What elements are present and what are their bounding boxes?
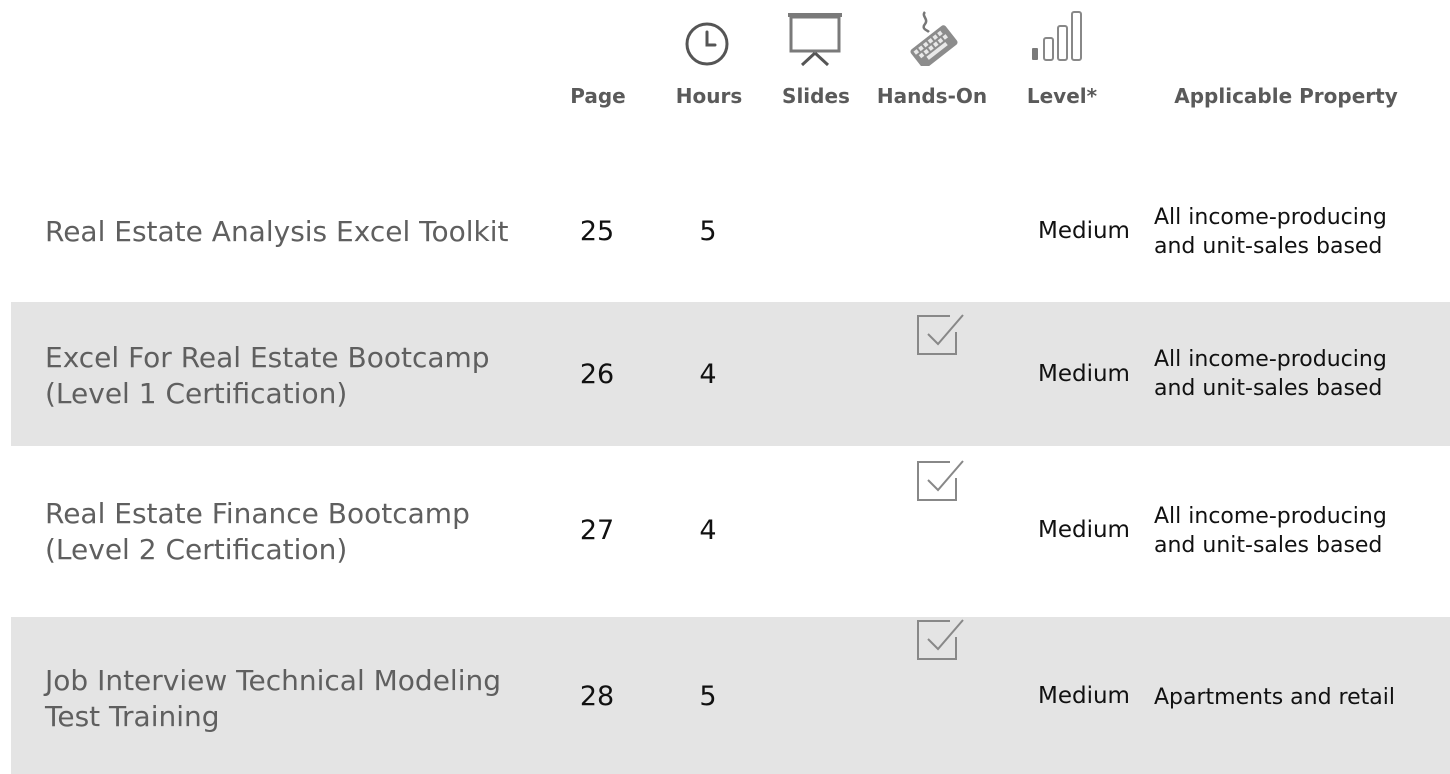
hands-on-check-icon	[917, 314, 964, 355]
course-title: Job Interview Technical Modeling Test Tr…	[45, 663, 501, 735]
table-row: Excel For Real Estate Bootcamp (Level 1 …	[11, 302, 1450, 446]
applicable-property: All income-producing and unit-sales base…	[1154, 502, 1387, 560]
property-line: All income-producing	[1154, 504, 1387, 529]
level-value: Medium	[1038, 218, 1130, 244]
course-title-line: Real Estate Finance Bootcamp	[45, 497, 470, 530]
keyboard-icon	[910, 11, 958, 66]
applicable-property: All income-producing and unit-sales base…	[1154, 203, 1387, 261]
header-hours: Hours	[675, 84, 743, 108]
property-line: All income-producing	[1154, 205, 1387, 230]
course-title-line: (Level 1 Certification)	[45, 377, 348, 410]
header-hands-on: Hands-On	[876, 84, 988, 108]
course-title-line: Test Training	[45, 700, 220, 733]
course-title-line: Real Estate Analysis Excel Toolkit	[45, 215, 509, 248]
hours-value: 5	[699, 681, 717, 712]
table-row: Real Estate Analysis Excel Toolkit 25 5 …	[11, 160, 1450, 302]
property-line: Apartments and retail	[1154, 685, 1395, 710]
course-title-line: Job Interview Technical Modeling	[45, 664, 501, 697]
table-row: Real Estate Finance Bootcamp (Level 2 Ce…	[11, 446, 1450, 617]
hours-value: 4	[699, 359, 717, 390]
course-title: Real Estate Analysis Excel Toolkit	[45, 214, 508, 250]
applicable-property: Apartments and retail	[1154, 683, 1395, 712]
signal-bars-icon	[1032, 11, 1082, 61]
header-slides: Slides	[782, 84, 850, 108]
header-page: Page	[570, 84, 626, 108]
course-title-line: Excel For Real Estate Bootcamp	[45, 341, 490, 374]
applicable-property: All income-producing and unit-sales base…	[1154, 345, 1387, 403]
page-number: 25	[579, 216, 615, 247]
page-number: 27	[579, 515, 615, 546]
property-line: and unit-sales based	[1154, 234, 1383, 259]
course-title: Excel For Real Estate Bootcamp (Level 1 …	[45, 340, 490, 412]
level-value: Medium	[1038, 361, 1130, 387]
header-level: Level*	[1026, 84, 1098, 108]
hours-value: 4	[699, 515, 717, 546]
hands-on-check-icon	[917, 619, 964, 660]
level-value: Medium	[1038, 683, 1130, 709]
property-line: and unit-sales based	[1154, 376, 1383, 401]
page-number: 28	[579, 681, 615, 712]
page-number: 26	[579, 359, 615, 390]
level-value: Medium	[1038, 517, 1130, 543]
course-title: Real Estate Finance Bootcamp (Level 2 Ce…	[45, 496, 470, 568]
presentation-screen-icon	[788, 13, 842, 67]
clock-icon	[685, 22, 729, 66]
hours-value: 5	[699, 216, 717, 247]
property-line: and unit-sales based	[1154, 533, 1383, 558]
course-title-line: (Level 2 Certification)	[45, 533, 348, 566]
table-row: Job Interview Technical Modeling Test Tr…	[11, 617, 1450, 774]
header-applicable-property: Applicable Property	[1174, 84, 1398, 108]
property-line: All income-producing	[1154, 347, 1387, 372]
hands-on-check-icon	[917, 460, 964, 501]
